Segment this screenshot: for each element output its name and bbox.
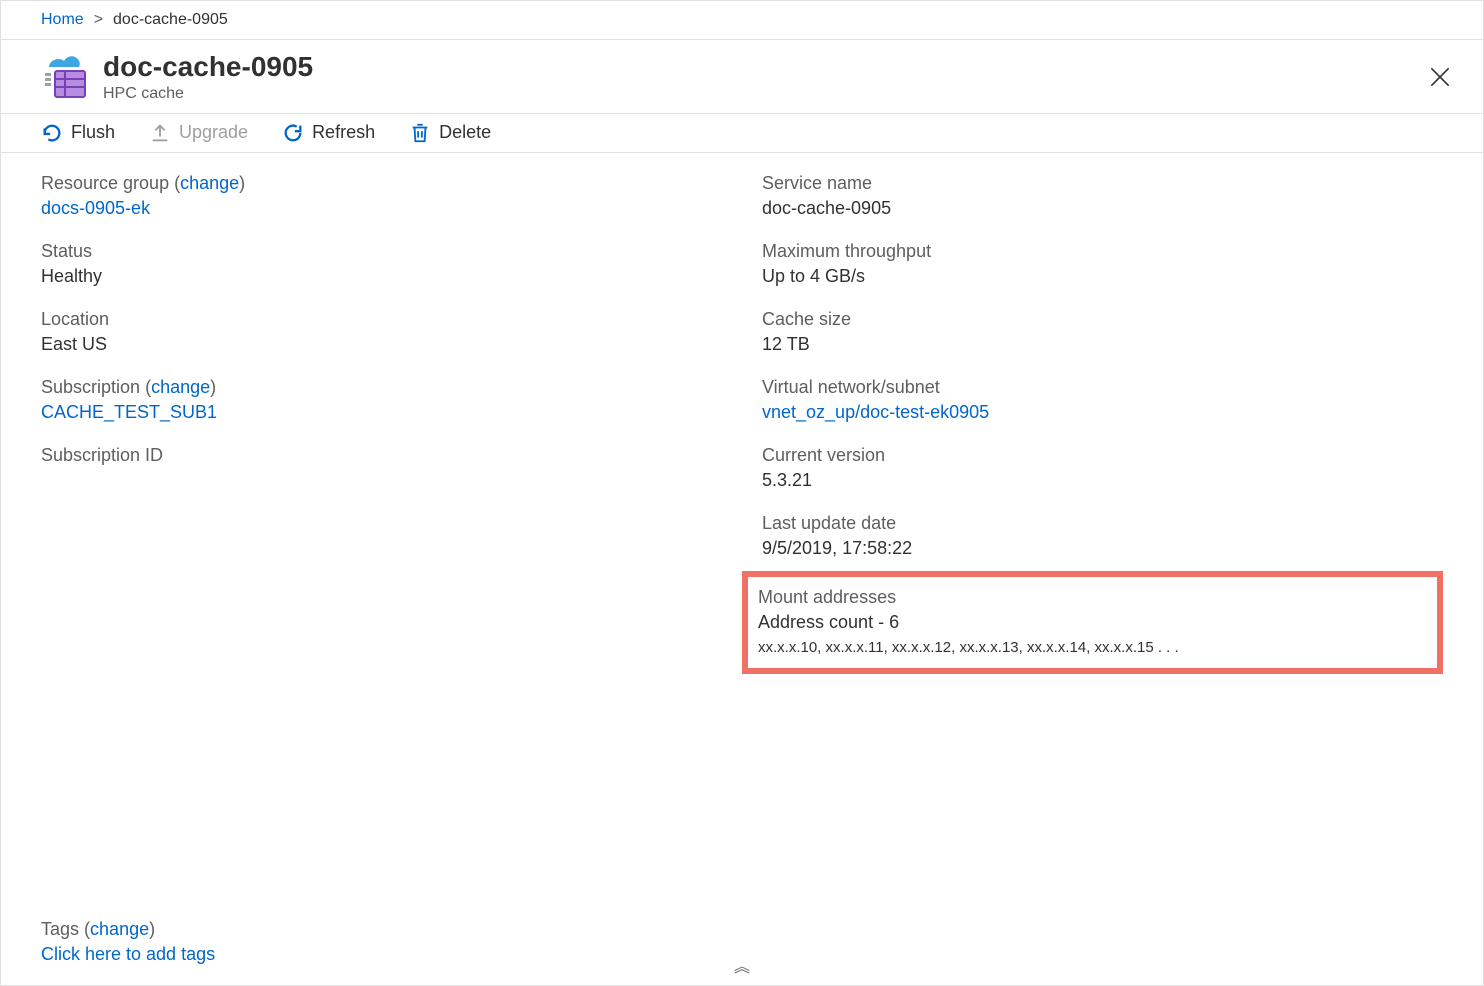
resource-group-label: Resource group bbox=[41, 173, 169, 193]
last-update-label: Last update date bbox=[762, 513, 1443, 534]
breadcrumb-current: doc-cache-0905 bbox=[113, 11, 228, 29]
subscription-change-link[interactable]: change bbox=[151, 377, 210, 397]
tags-field: Tags (change) Click here to add tags bbox=[41, 879, 722, 965]
service-name-label: Service name bbox=[762, 173, 1443, 194]
breadcrumb-home[interactable]: Home bbox=[41, 11, 84, 29]
refresh-label: Refresh bbox=[312, 122, 375, 143]
upgrade-icon bbox=[149, 122, 171, 144]
location-label: Location bbox=[41, 309, 722, 330]
vnet-value[interactable]: vnet_oz_up/doc-test-ek0905 bbox=[762, 402, 1443, 423]
refresh-button[interactable]: Refresh bbox=[282, 122, 375, 144]
mount-addresses-highlight: Mount addresses Address count - 6 xx.x.x… bbox=[742, 571, 1443, 674]
delete-button[interactable]: Delete bbox=[409, 122, 491, 144]
right-column: Service name doc-cache-0905 Maximum thro… bbox=[762, 173, 1443, 965]
resource-group-change-link[interactable]: change bbox=[180, 173, 239, 193]
mount-addresses-count: Address count - 6 bbox=[758, 612, 1427, 633]
version-field: Current version 5.3.21 bbox=[762, 445, 1443, 491]
upgrade-button: Upgrade bbox=[149, 122, 248, 144]
chevron-right-icon: > bbox=[94, 11, 103, 29]
subscription-label: Subscription bbox=[41, 377, 140, 397]
service-name-value: doc-cache-0905 bbox=[762, 198, 1443, 219]
max-throughput-label: Maximum throughput bbox=[762, 241, 1443, 262]
vnet-field: Virtual network/subnet vnet_oz_up/doc-te… bbox=[762, 377, 1443, 423]
page-subtitle: HPC cache bbox=[103, 85, 313, 103]
resource-group-value[interactable]: docs-0905-ek bbox=[41, 198, 722, 219]
breadcrumb: Home > doc-cache-0905 bbox=[1, 1, 1483, 40]
subscription-value[interactable]: CACHE_TEST_SUB1 bbox=[41, 402, 722, 423]
location-value: East US bbox=[41, 334, 722, 355]
mount-addresses-field: Mount addresses Address count - 6 xx.x.x… bbox=[758, 587, 1427, 656]
status-value: Healthy bbox=[41, 266, 722, 287]
toolbar: Flush Upgrade Refresh bbox=[1, 113, 1483, 153]
hpc-cache-icon bbox=[41, 53, 89, 101]
subscription-field: Subscription (change) CACHE_TEST_SUB1 bbox=[41, 377, 722, 423]
subscription-id-field: Subscription ID bbox=[41, 445, 722, 470]
close-button[interactable] bbox=[1427, 64, 1453, 90]
overview-content: Resource group (change) docs-0905-ek Sta… bbox=[1, 153, 1483, 985]
collapse-toggle[interactable]: ︽ bbox=[734, 953, 750, 977]
page-title: doc-cache-0905 bbox=[103, 52, 313, 83]
delete-icon bbox=[409, 122, 431, 144]
vnet-label: Virtual network/subnet bbox=[762, 377, 1443, 398]
flush-label: Flush bbox=[71, 122, 115, 143]
delete-label: Delete bbox=[439, 122, 491, 143]
cache-size-field: Cache size 12 TB bbox=[762, 309, 1443, 355]
service-name-field: Service name doc-cache-0905 bbox=[762, 173, 1443, 219]
add-tags-link[interactable]: Click here to add tags bbox=[41, 944, 722, 965]
mount-addresses-label: Mount addresses bbox=[758, 587, 1427, 608]
refresh-icon bbox=[282, 122, 304, 144]
chevron-up-double-icon: ︽ bbox=[734, 959, 750, 976]
status-label: Status bbox=[41, 241, 722, 262]
version-label: Current version bbox=[762, 445, 1443, 466]
max-throughput-value: Up to 4 GB/s bbox=[762, 266, 1443, 287]
version-value: 5.3.21 bbox=[762, 470, 1443, 491]
left-column: Resource group (change) docs-0905-ek Sta… bbox=[41, 173, 722, 965]
flush-button[interactable]: Flush bbox=[41, 122, 115, 144]
last-update-field: Last update date 9/5/2019, 17:58:22 bbox=[762, 513, 1443, 559]
max-throughput-field: Maximum throughput Up to 4 GB/s bbox=[762, 241, 1443, 287]
cache-size-label: Cache size bbox=[762, 309, 1443, 330]
cache-size-value: 12 TB bbox=[762, 334, 1443, 355]
location-field: Location East US bbox=[41, 309, 722, 355]
subscription-id-label: Subscription ID bbox=[41, 445, 722, 466]
upgrade-label: Upgrade bbox=[179, 122, 248, 143]
page-header: doc-cache-0905 HPC cache bbox=[1, 40, 1483, 113]
status-field: Status Healthy bbox=[41, 241, 722, 287]
flush-icon bbox=[41, 122, 63, 144]
tags-label: Tags bbox=[41, 919, 79, 939]
last-update-value: 9/5/2019, 17:58:22 bbox=[762, 538, 1443, 559]
resource-group-field: Resource group (change) docs-0905-ek bbox=[41, 173, 722, 219]
mount-addresses-list: xx.x.x.10, xx.x.x.11, xx.x.x.12, xx.x.x.… bbox=[758, 639, 1427, 656]
tags-change-link[interactable]: change bbox=[90, 919, 149, 939]
